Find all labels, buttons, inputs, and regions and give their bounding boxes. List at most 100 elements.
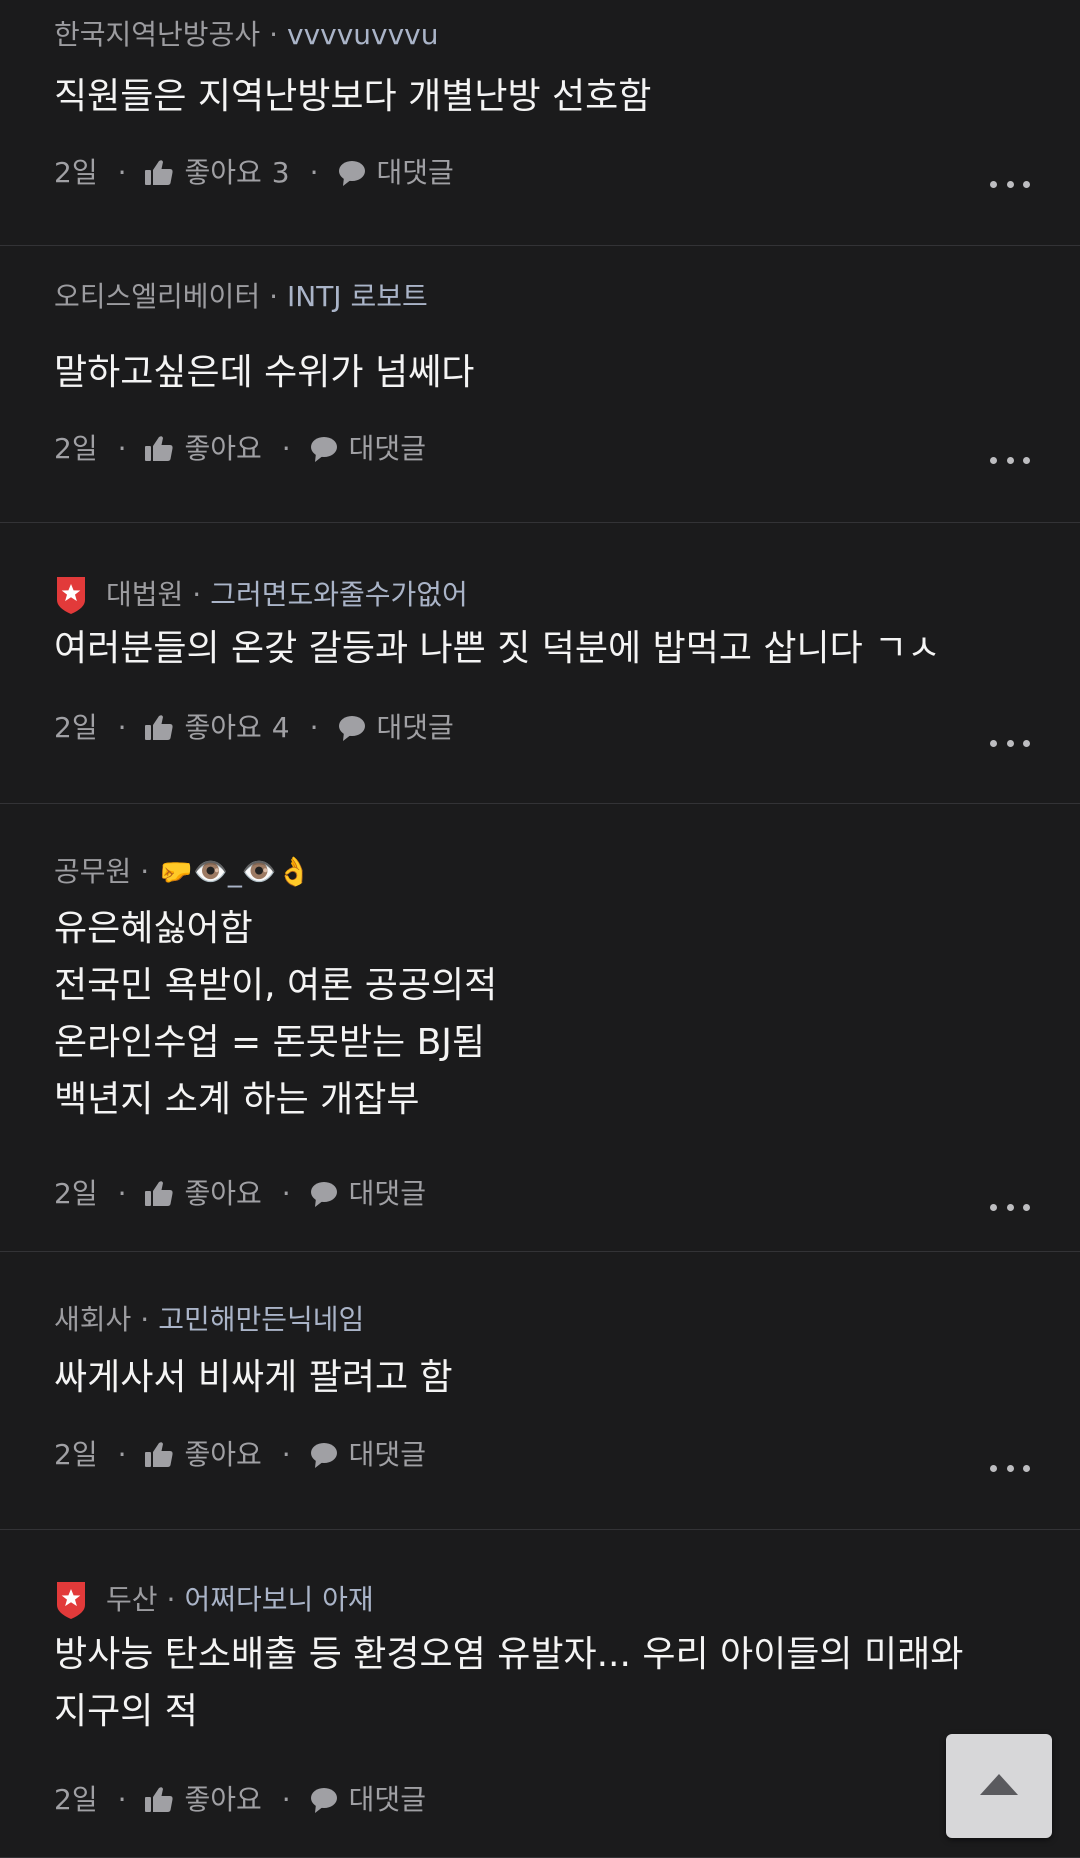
comment-feed: 한국지역난방공사 · vvvvuvvvu 직원들은 지역난방보다 개별난방 선호함 2일… (0, 0, 1080, 1858)
author-company[interactable]: 대법원 (106, 577, 183, 613)
like-button[interactable]: 좋아요 4 (144, 710, 290, 746)
scroll-to-top-button[interactable] (946, 1734, 1052, 1838)
like-button[interactable]: 좋아요 (144, 1437, 262, 1473)
comment-time: 2일 (54, 156, 98, 189)
reply-button[interactable]: 대댓글 (309, 431, 426, 467)
author-nickname[interactable]: vvvvuvvvu (287, 17, 438, 53)
red-shield-star-icon (54, 1580, 88, 1620)
comment-author: 새회사 · 고민해만든닉네임 (54, 1302, 364, 1338)
reply-label: 대댓글 (348, 432, 426, 465)
like-count: 4 (271, 711, 290, 744)
like-label: 좋아요 (184, 1177, 262, 1210)
speech-bubble-icon (309, 1786, 349, 1814)
comment-body-line: 여러분들의 온갖 갈등과 나쁜 짓 덕분에 밥먹고 삽니다 ㄱㅅ (54, 628, 941, 669)
separator-dot: · (309, 711, 319, 744)
reply-button[interactable]: 대댓글 (337, 710, 454, 746)
like-label: 좋아요 (184, 156, 262, 189)
author-nickname[interactable]: INTJ 로보트 (287, 279, 428, 315)
like-button[interactable]: 좋아요 (144, 1782, 262, 1818)
author-company[interactable]: 공무원 (54, 854, 131, 890)
reply-label: 대댓글 (376, 711, 454, 744)
thumbs-up-icon (144, 435, 184, 463)
separator-dot: · (281, 1783, 291, 1816)
separator-dot: · (192, 578, 202, 611)
speech-bubble-icon (337, 159, 377, 187)
speech-bubble-icon (337, 714, 377, 742)
comment-body: 유은혜싫어함 전국민 욕받이, 여론 공공의적 온라인수업 = 돈못받는 BJ됨 백년… (54, 900, 1040, 1128)
comment-body-line: 백년지 소계 하는 개잡부 (54, 1079, 420, 1120)
comment-author: 대법원 · 그러면도와줄수가없어 (54, 575, 468, 615)
comment-body-line: 방사능 탄소배출 등 환경오염 유발자... 우리 아이들의 미래와 (54, 1634, 964, 1675)
comment-time: 2일 (54, 1783, 98, 1816)
separator-dot: · (117, 1438, 127, 1471)
like-button[interactable]: 좋아요 (144, 1176, 262, 1212)
thumbs-up-icon (144, 1180, 184, 1208)
comment-body: 말하고싶은데 수위가 넘쎄다 (54, 344, 1040, 401)
comment-body: 싸게사서 비싸게 팔려고 함 (54, 1349, 1040, 1406)
reply-label: 대댓글 (348, 1438, 426, 1471)
comment-body-line: 말하고싶은데 수위가 넘쎄다 (54, 352, 475, 393)
thumbs-up-icon (144, 159, 184, 187)
more-horizontal-icon[interactable] (990, 455, 1030, 465)
reply-label: 대댓글 (376, 156, 454, 189)
more-horizontal-icon[interactable] (990, 738, 1030, 748)
comment-actions: 2일 · 좋아요 · 대댓글 (54, 431, 426, 467)
speech-bubble-icon (309, 1180, 349, 1208)
comment-item: 두산 · 어쩌다보니 아재 방사능 탄소배출 등 환경오염 유발자... 우리 아이들… (0, 1530, 1080, 1858)
comment-item: 대법원 · 그러면도와줄수가없어 여러분들의 온갖 갈등과 나쁜 짓 덕분에 밥먹고 … (0, 523, 1080, 804)
comment-actions: 2일 · 좋아요 · 대댓글 (54, 1437, 426, 1473)
comment-actions: 2일 · 좋아요 3 · 대댓글 (54, 155, 454, 191)
red-shield-star-icon (54, 575, 88, 615)
separator-dot: · (281, 1177, 291, 1210)
comment-body: 직원들은 지역난방보다 개별난방 선호함 (54, 68, 1040, 125)
like-label: 좋아요 (184, 432, 262, 465)
like-label: 좋아요 (184, 1438, 262, 1471)
like-label: 좋아요 (184, 711, 262, 744)
separator-dot: · (117, 1783, 127, 1816)
separator-dot: · (117, 156, 127, 189)
comment-body: 여러분들의 온갖 갈등과 나쁜 짓 덕분에 밥먹고 삽니다 ㄱㅅ (54, 620, 1040, 677)
separator-dot: · (117, 1177, 127, 1210)
like-button[interactable]: 좋아요 3 (144, 155, 290, 191)
more-horizontal-icon[interactable] (990, 179, 1030, 189)
author-nickname[interactable]: 어쩌다보니 아재 (184, 1582, 373, 1618)
reply-label: 대댓글 (348, 1783, 426, 1816)
author-company[interactable]: 한국지역난방공사 (54, 17, 260, 53)
separator-dot: · (281, 1438, 291, 1471)
author-nickname[interactable]: 🤛👁️_👁️👌 (158, 854, 311, 890)
separator-dot: · (117, 711, 127, 744)
speech-bubble-icon (309, 435, 349, 463)
comment-body-line: 전국민 욕받이, 여론 공공의적 (54, 965, 498, 1006)
more-horizontal-icon[interactable] (990, 1202, 1030, 1212)
more-horizontal-icon[interactable] (990, 1463, 1030, 1473)
author-company[interactable]: 오티스엘리베이터 (54, 279, 260, 315)
triangle-up-icon (980, 1774, 1018, 1795)
comment-body-line: 싸게사서 비싸게 팔려고 함 (54, 1357, 453, 1398)
author-nickname[interactable]: 그러면도와줄수가없어 (210, 577, 468, 613)
like-button[interactable]: 좋아요 (144, 431, 262, 467)
author-nickname[interactable]: 고민해만든닉네임 (158, 1302, 364, 1338)
comment-author: 두산 · 어쩌다보니 아재 (54, 1580, 374, 1620)
comment-body-line: 지구의 적 (54, 1691, 198, 1732)
thumbs-up-icon (144, 1786, 184, 1814)
comment-time: 2일 (54, 711, 98, 744)
reply-button[interactable]: 대댓글 (309, 1176, 426, 1212)
comment-time: 2일 (54, 1177, 98, 1210)
separator-dot: · (117, 432, 127, 465)
author-company[interactable]: 두산 (106, 1582, 158, 1618)
comment-item: 오티스엘리베이터 · INTJ 로보트 말하고싶은데 수위가 넘쎄다 2일 · 좋아요 · 대댓… (0, 246, 1080, 523)
separator-dot: · (166, 1583, 176, 1616)
reply-label: 대댓글 (348, 1177, 426, 1210)
thumbs-up-icon (144, 714, 184, 742)
separator-dot: · (309, 156, 319, 189)
reply-button[interactable]: 대댓글 (309, 1782, 426, 1818)
thumbs-up-icon (144, 1441, 184, 1469)
comment-author: 한국지역난방공사 · vvvvuvvvu (54, 17, 438, 53)
reply-button[interactable]: 대댓글 (337, 155, 454, 191)
comment-author: 오티스엘리베이터 · INTJ 로보트 (54, 279, 428, 315)
reply-button[interactable]: 대댓글 (309, 1437, 426, 1473)
comment-body: 방사능 탄소배출 등 환경오염 유발자... 우리 아이들의 미래와지구의 적 (54, 1626, 1040, 1740)
separator-dot: · (281, 432, 291, 465)
separator-dot: · (140, 1303, 150, 1336)
author-company[interactable]: 새회사 (54, 1302, 131, 1338)
